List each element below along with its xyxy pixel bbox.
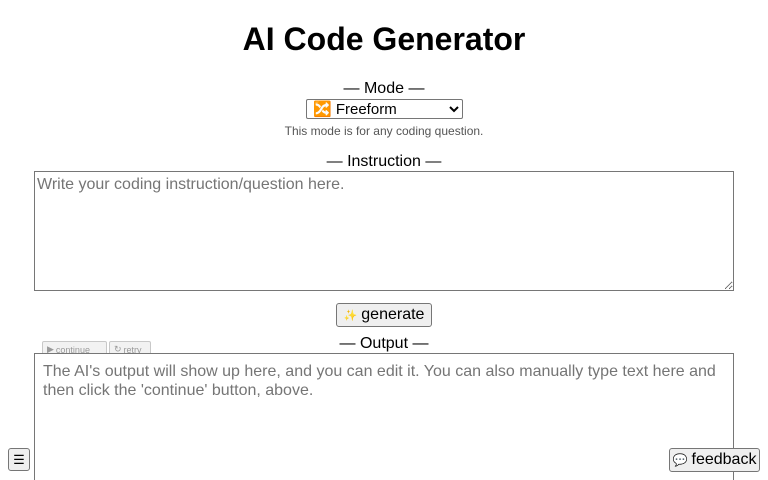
speech-bubble-icon: 💬 [672, 453, 688, 467]
output-textarea[interactable] [34, 353, 734, 480]
menu-icon: ☰ [13, 451, 25, 467]
generate-button[interactable]: ✨ generate [336, 303, 432, 327]
generate-button-label: generate [361, 306, 425, 323]
feedback-button-label: feedback [691, 451, 757, 468]
output-label: — Output — [339, 335, 429, 352]
mode-label: — Mode — [343, 80, 425, 97]
page-title: AI Code Generator [242, 21, 526, 57]
instruction-label: — Instruction — [326, 153, 442, 170]
sparkles-icon: ✨ [343, 309, 358, 322]
menu-button[interactable]: ☰ [8, 448, 30, 471]
instruction-input[interactable] [34, 171, 734, 291]
mode-select[interactable]: 🔀 Freeform [306, 99, 463, 119]
feedback-button[interactable]: 💬 feedback [669, 448, 760, 472]
mode-hint: This mode is for any coding question. [284, 124, 484, 138]
page: AI Code Generator — Mode — 🔀 Freeform Th… [0, 0, 768, 480]
